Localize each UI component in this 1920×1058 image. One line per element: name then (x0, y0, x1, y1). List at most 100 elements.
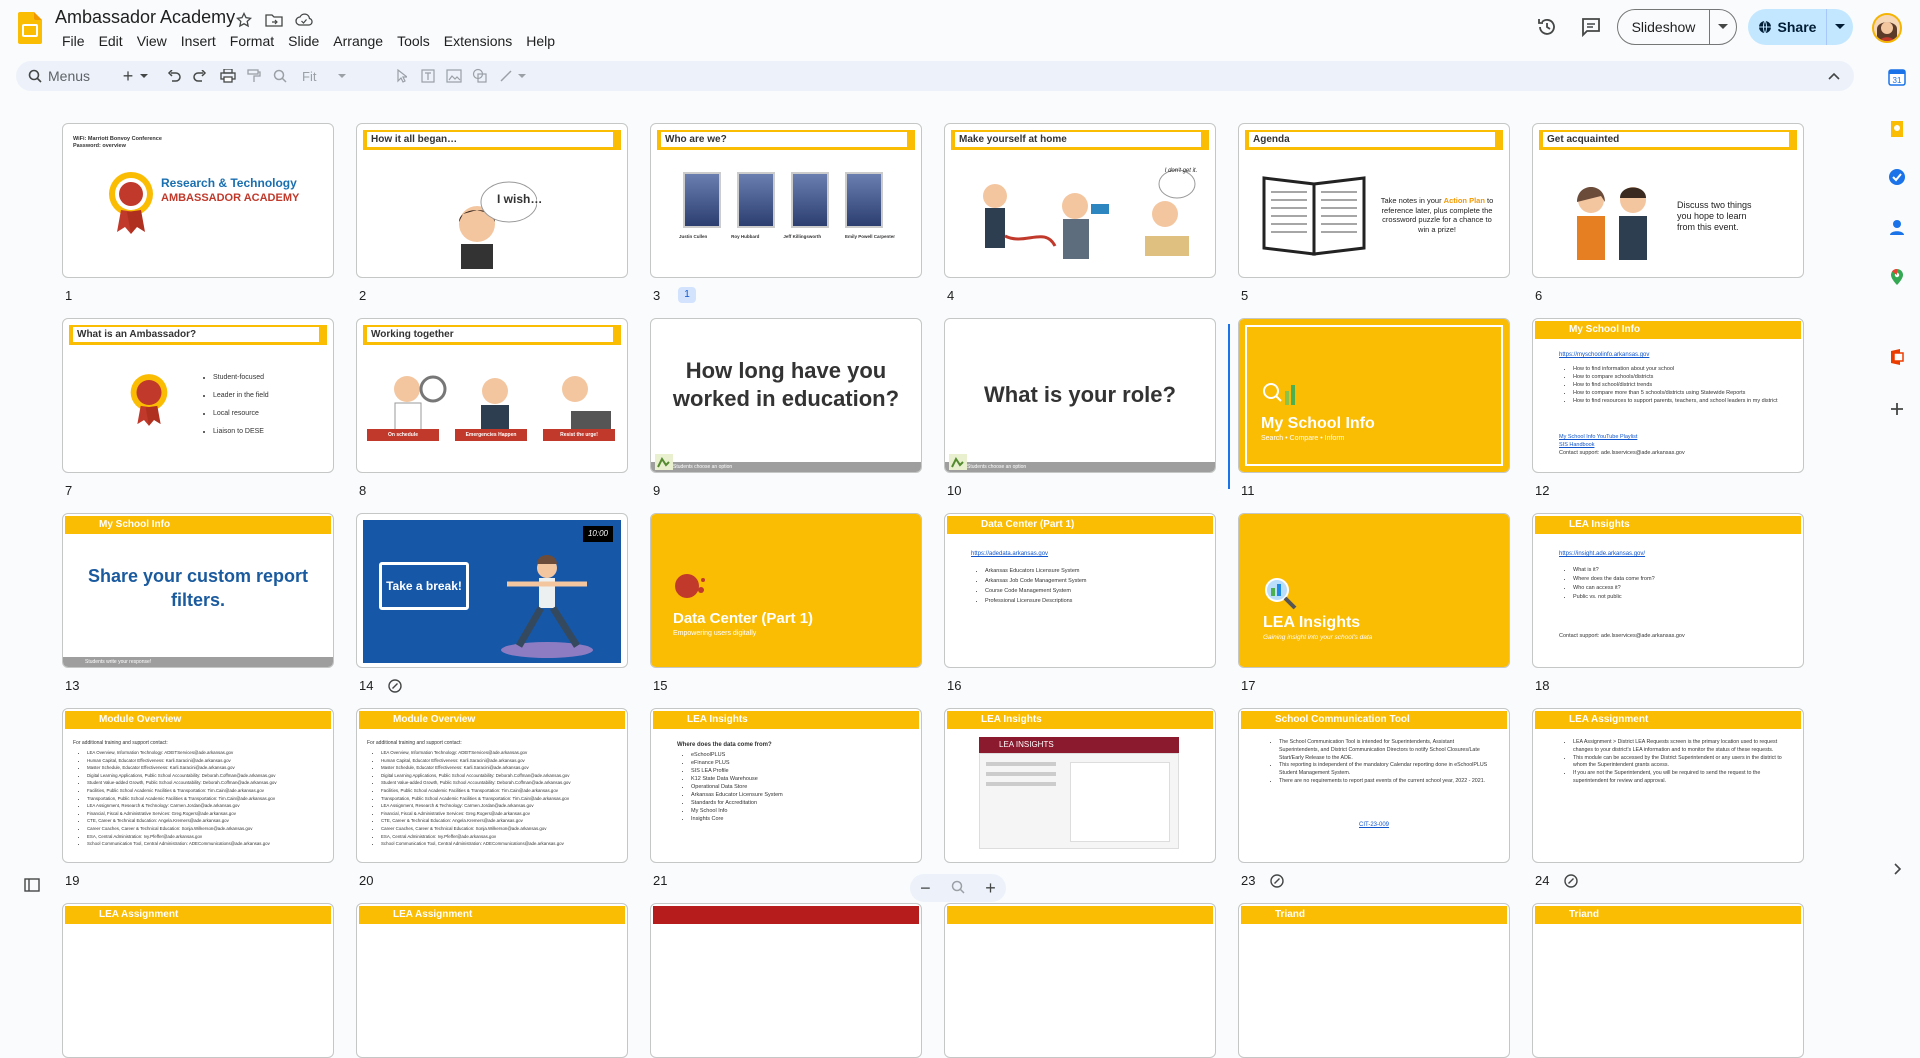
slideshow-dropdown-button[interactable] (1710, 10, 1736, 44)
slide-thumbnail[interactable]: Triand (1238, 903, 1510, 1058)
version-history-icon[interactable] (1536, 16, 1558, 38)
undo-icon[interactable] (164, 66, 184, 86)
slide-thumbnail[interactable] (650, 903, 922, 1058)
calendar-icon[interactable]: 31 (1888, 68, 1906, 86)
menu-search[interactable]: Menus (28, 64, 90, 88)
slide-thumbnail[interactable]: WiFi: Marriott Bonvoy Conference Passwor… (62, 123, 334, 278)
link-icon[interactable] (1564, 874, 1578, 888)
slide-subtitle: Empowering users digitally (673, 630, 757, 637)
slide-thumbnail[interactable]: LEA Assignment (356, 903, 628, 1058)
slide-thumbnail[interactable]: What is your role? Students choose an op… (944, 318, 1216, 473)
print-icon[interactable] (218, 66, 238, 86)
slide-thumbnail[interactable]: My School Info https://myschoolinfo.arka… (1532, 318, 1804, 473)
list-item: School Communication Tool, Central Admin… (87, 840, 327, 848)
text-box-icon[interactable] (418, 66, 438, 86)
comment-count-badge[interactable]: 1 (678, 287, 696, 303)
new-slide-layout-dropdown[interactable] (138, 66, 150, 86)
slide-title: Get acquainted (1543, 132, 1789, 147)
new-slide-icon[interactable]: + (118, 66, 138, 86)
slide-thumbnail[interactable]: Take a break! 10:00 (356, 513, 628, 668)
link-icon[interactable] (1270, 874, 1284, 888)
list-item: Master Schedule, Educator Effectiveness:… (381, 764, 621, 772)
menu-file[interactable]: File (55, 32, 92, 50)
slide-thumbnail[interactable]: LEA Insights LEA INSIGHTS (944, 708, 1216, 863)
slideshow-button[interactable]: Slideshow (1618, 10, 1710, 44)
slide-thumbnail[interactable]: LEA Insights https://insight.ade.arkansa… (1532, 513, 1804, 668)
slide-thumbnail[interactable]: LEA Assignment LEA Assignment > District… (1532, 708, 1804, 863)
slide-thumbnail[interactable] (944, 903, 1216, 1058)
menu-tools[interactable]: Tools (390, 32, 437, 50)
zoom-icon[interactable] (270, 66, 290, 86)
get-addons-icon[interactable] (1888, 400, 1906, 418)
insert-image-icon[interactable] (444, 66, 464, 86)
slide-thumbnail[interactable]: LEA Assignment (62, 903, 334, 1058)
document-title[interactable]: Ambassador Academy (55, 7, 235, 28)
zoom-select[interactable]: Fit (302, 66, 362, 86)
paint-format-icon[interactable] (244, 66, 264, 86)
slide-thumbnail[interactable]: Triand (1532, 903, 1804, 1058)
menu-slide[interactable]: Slide (281, 32, 326, 50)
slide-thumbnail[interactable]: Module Overview For additional training … (356, 708, 628, 863)
slide-text: For additional training and support cont… (367, 740, 462, 746)
slide-thumbnail[interactable]: How long have you worked in education? S… (650, 318, 922, 473)
select-icon[interactable] (392, 66, 412, 86)
list-item: Who can access it? (1573, 584, 1655, 593)
account-avatar[interactable] (1872, 13, 1902, 43)
slide-title (653, 906, 919, 924)
zoom-out-icon[interactable]: − (920, 878, 931, 899)
slide-thumbnail[interactable]: My School Info Search • Compare • Inform (1238, 318, 1510, 473)
contacts-icon[interactable] (1888, 218, 1906, 236)
slide-thumbnail[interactable]: LEA Insights Gaining insight into your s… (1238, 513, 1510, 668)
line-dropdown[interactable] (516, 66, 528, 86)
menu-view[interactable]: View (130, 32, 174, 50)
star-icon[interactable] (234, 10, 254, 30)
zoom-search-icon[interactable] (951, 878, 965, 899)
line-icon[interactable] (496, 66, 516, 86)
slide-number: 5 (1241, 288, 1249, 303)
redo-icon[interactable] (190, 66, 210, 86)
slide-thumbnail[interactable]: Who are we? Justin Cullen Roy Hubbard Je… (650, 123, 922, 278)
list-item: Transportation, Public School Academic F… (381, 795, 621, 803)
slide-thumbnail[interactable]: Data Center (Part 1) Empowering users di… (650, 513, 922, 668)
menu-edit[interactable]: Edit (92, 32, 130, 50)
slide-text: Share your custom report filters. (87, 566, 309, 610)
maps-icon[interactable] (1888, 268, 1906, 286)
slide-number: 18 (1535, 678, 1550, 693)
share-dropdown-button[interactable] (1827, 9, 1853, 45)
comments-icon[interactable] (1580, 16, 1602, 38)
slide-thumbnail[interactable]: School Communication Tool The School Com… (1238, 708, 1510, 863)
menu-help[interactable]: Help (519, 32, 562, 50)
keep-icon[interactable] (1888, 120, 1906, 138)
hide-side-panel-icon[interactable] (1888, 860, 1906, 878)
cloud-saved-icon[interactable] (294, 10, 314, 30)
collapse-toolbar-icon[interactable] (1824, 66, 1844, 86)
zoom-in-icon[interactable]: + (985, 878, 996, 899)
slide-title: My School Info (1535, 321, 1801, 339)
office-addon-icon[interactable] (1888, 348, 1906, 366)
shape-icon[interactable] (470, 66, 490, 86)
slide-thumbnail[interactable]: LEA Insights Where does the data come fr… (650, 708, 922, 863)
menu-arrange[interactable]: Arrange (326, 32, 390, 50)
slide-thumbnail[interactable]: Module Overview For additional training … (62, 708, 334, 863)
menu-insert[interactable]: Insert (174, 32, 223, 50)
show-filmstrip-icon[interactable] (24, 878, 40, 892)
slide-thumbnail[interactable]: My School Info Share your custom report … (62, 513, 334, 668)
slide-title: My School Info (1261, 415, 1375, 432)
person-name: Emily Powell Carpenter (844, 234, 895, 239)
slide-title: What is an Ambassador? (73, 327, 319, 342)
share-button[interactable]: Share (1748, 9, 1827, 45)
slide-thumbnail[interactable]: Get acquainted Discuss two things you ho… (1532, 123, 1804, 278)
slide-number: 17 (1241, 678, 1256, 693)
slides-logo-icon[interactable] (18, 12, 42, 44)
move-folder-icon[interactable] (264, 10, 284, 30)
slide-thumbnail[interactable]: Agenda Take notes in your Action Plan to… (1238, 123, 1510, 278)
slide-thumbnail[interactable]: What is an Ambassador? Student-focused L… (62, 318, 334, 473)
slide-thumbnail[interactable]: Working together On schedule Emergencies… (356, 318, 628, 473)
slide-thumbnail[interactable]: How it all began… I wish… (356, 123, 628, 278)
slide-thumbnail[interactable]: Data Center (Part 1) https://adedata.ark… (944, 513, 1216, 668)
link-icon[interactable] (388, 679, 402, 693)
slide-thumbnail[interactable]: Make yourself at home I don't get it. (944, 123, 1216, 278)
tasks-icon[interactable] (1888, 168, 1906, 186)
menu-format[interactable]: Format (223, 32, 281, 50)
menu-extensions[interactable]: Extensions (437, 32, 519, 50)
